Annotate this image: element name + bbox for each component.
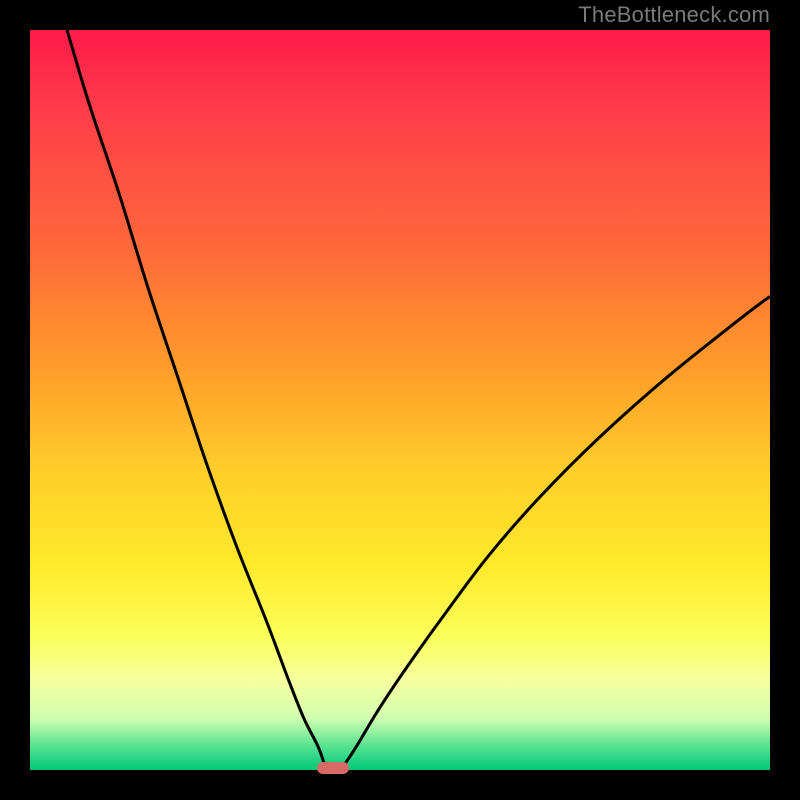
watermark-text: TheBottleneck.com — [578, 2, 770, 28]
optimal-marker — [317, 762, 349, 774]
bottleneck-curve — [30, 30, 770, 770]
chart-frame: TheBottleneck.com — [0, 0, 800, 800]
curve-left-branch — [67, 30, 326, 770]
plot-area — [30, 30, 770, 770]
curve-right-branch — [341, 296, 770, 770]
